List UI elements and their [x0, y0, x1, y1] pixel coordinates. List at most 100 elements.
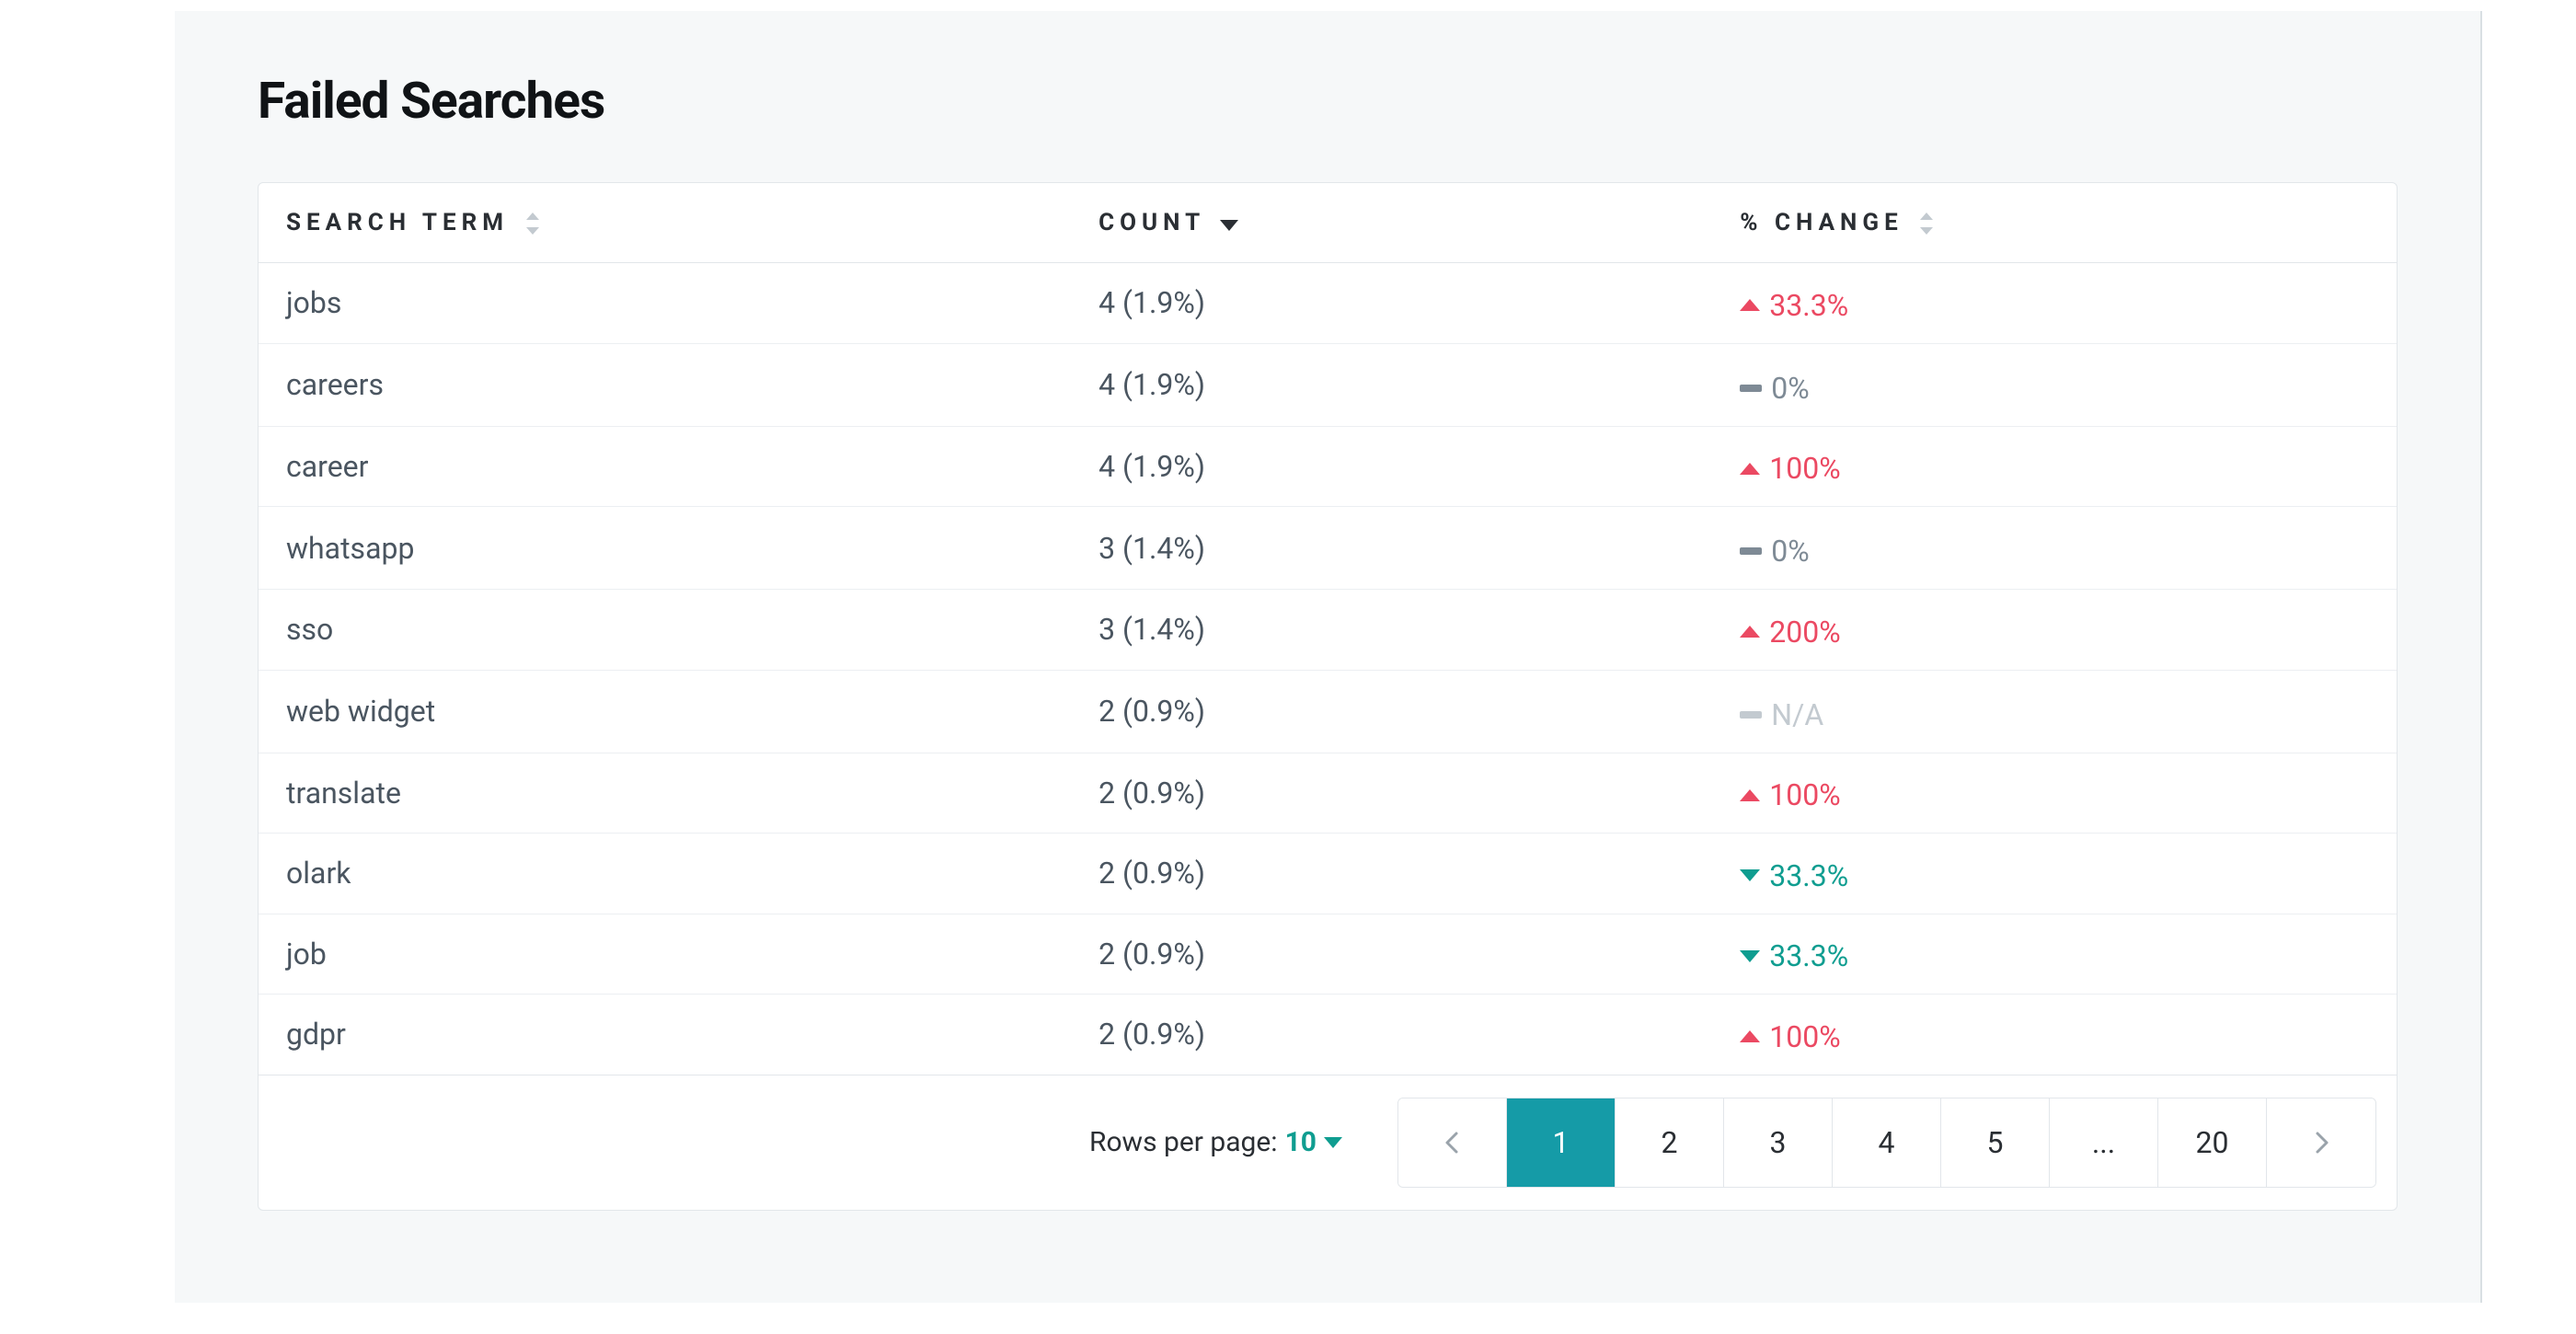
page-button[interactable]: 5 [1941, 1098, 2050, 1187]
table-footer: Rows per page: 10 12345...20 [259, 1075, 2397, 1210]
cell-change: 100% [1712, 995, 2397, 1075]
col-header-label: COUNT [1098, 209, 1204, 236]
change-value: 100% [1769, 451, 1840, 486]
page-button[interactable]: 1 [1507, 1098, 1616, 1187]
cell-search-term: gdpr [259, 995, 1071, 1075]
table-row: sso3 (1.4%) 200% [259, 590, 2397, 671]
change-indicator: 0% [1740, 371, 1809, 406]
change-indicator: 100% [1740, 777, 1840, 812]
cell-search-term: translate [259, 753, 1071, 834]
cell-change: 33.3% [1712, 263, 2397, 344]
change-indicator: 100% [1740, 451, 1840, 486]
failed-searches-card: SEARCH TERM COUNT % CHANGE jobs4 ( [258, 182, 2398, 1211]
chevron-right-icon [2306, 1128, 2336, 1157]
page-title: Failed Searches [258, 72, 2398, 131]
cell-change: 33.3% [1712, 834, 2397, 914]
cell-search-term: olark [259, 834, 1071, 914]
sort-icon [1918, 213, 1935, 235]
change-indicator: 100% [1740, 1019, 1840, 1054]
rows-per-page-value: 10 [1285, 1126, 1317, 1158]
cell-count: 4 (1.9%) [1071, 343, 1712, 426]
cell-count: 3 (1.4%) [1071, 507, 1712, 590]
page-prev-button [1398, 1098, 1507, 1187]
trend-flat-icon [1740, 547, 1762, 555]
cell-change: 200% [1712, 590, 2397, 671]
table-row: job2 (0.9%) 33.3% [259, 914, 2397, 995]
table-row: translate2 (0.9%) 100% [259, 753, 2397, 834]
trend-up-icon [1740, 1030, 1760, 1042]
change-value: 33.3% [1769, 938, 1848, 973]
change-value: N/A [1771, 697, 1823, 732]
table-row: careers4 (1.9%) 0% [259, 343, 2397, 426]
failed-searches-table: SEARCH TERM COUNT % CHANGE jobs4 ( [259, 183, 2397, 1075]
col-header-search-term[interactable]: SEARCH TERM [259, 183, 1071, 263]
rows-per-page-label: Rows per page: [1089, 1126, 1278, 1158]
col-header-label: SEARCH TERM [286, 209, 509, 236]
cell-search-term: web widget [259, 670, 1071, 753]
change-indicator: 33.3% [1740, 858, 1848, 893]
cell-change: 33.3% [1712, 914, 2397, 995]
col-header-label: % CHANGE [1740, 209, 1903, 236]
cell-search-term: career [259, 426, 1071, 507]
cell-change: 0% [1712, 507, 2397, 590]
page-button[interactable]: 20 [2158, 1098, 2267, 1187]
chevron-down-icon [1324, 1137, 1342, 1148]
page-button[interactable]: 4 [1833, 1098, 1941, 1187]
cell-count: 2 (0.9%) [1071, 834, 1712, 914]
col-header-change[interactable]: % CHANGE [1712, 183, 2397, 263]
cell-count: 3 (1.4%) [1071, 590, 1712, 671]
trend-flat-icon [1740, 711, 1762, 719]
cell-change: 100% [1712, 753, 2397, 834]
col-header-count[interactable]: COUNT [1071, 183, 1712, 263]
change-indicator: 0% [1740, 534, 1809, 569]
cell-count: 2 (0.9%) [1071, 670, 1712, 753]
table-row: whatsapp3 (1.4%) 0% [259, 507, 2397, 590]
table-row: career4 (1.9%) 100% [259, 426, 2397, 507]
chevron-left-icon [1438, 1128, 1467, 1157]
page-next-button[interactable] [2267, 1098, 2375, 1187]
cell-count: 2 (0.9%) [1071, 995, 1712, 1075]
change-value: 100% [1769, 1019, 1840, 1054]
trend-down-icon [1740, 950, 1760, 962]
change-indicator: N/A [1740, 697, 1823, 732]
sort-icon [524, 213, 541, 235]
cell-count: 2 (0.9%) [1071, 914, 1712, 995]
cell-search-term: job [259, 914, 1071, 995]
page-button[interactable]: 2 [1616, 1098, 1724, 1187]
table-row: olark2 (0.9%) 33.3% [259, 834, 2397, 914]
cell-search-term: careers [259, 343, 1071, 426]
sort-desc-icon [1220, 218, 1236, 229]
change-value: 0% [1771, 534, 1809, 569]
change-value: 200% [1769, 615, 1840, 650]
pagination: 12345...20 [1397, 1098, 2376, 1188]
change-indicator: 33.3% [1740, 938, 1848, 973]
cell-count: 4 (1.9%) [1071, 263, 1712, 344]
cell-search-term: jobs [259, 263, 1071, 344]
trend-flat-icon [1740, 385, 1762, 392]
cell-count: 2 (0.9%) [1071, 753, 1712, 834]
page-ellipsis: ... [2050, 1098, 2158, 1187]
change-value: 100% [1769, 777, 1840, 812]
table-row: web widget2 (0.9%) N/A [259, 670, 2397, 753]
change-value: 33.3% [1769, 858, 1848, 893]
change-value: 33.3% [1769, 288, 1848, 323]
change-indicator: 33.3% [1740, 288, 1848, 323]
trend-up-icon [1740, 463, 1760, 475]
cell-change: N/A [1712, 670, 2397, 753]
change-indicator: 200% [1740, 615, 1840, 650]
cell-count: 4 (1.9%) [1071, 426, 1712, 507]
table-row: jobs4 (1.9%) 33.3% [259, 263, 2397, 344]
trend-up-icon [1740, 299, 1760, 311]
cell-change: 100% [1712, 426, 2397, 507]
failed-searches-panel: Failed Searches SEARCH TERM COUNT [175, 11, 2482, 1303]
rows-per-page-select[interactable]: 10 [1285, 1126, 1342, 1158]
rows-per-page: Rows per page: 10 [1089, 1126, 1342, 1158]
page-button[interactable]: 3 [1724, 1098, 1833, 1187]
trend-down-icon [1740, 869, 1760, 881]
trend-up-icon [1740, 789, 1760, 801]
change-value: 0% [1771, 371, 1809, 406]
trend-up-icon [1740, 626, 1760, 638]
table-row: gdpr2 (0.9%) 100% [259, 995, 2397, 1075]
cell-search-term: sso [259, 590, 1071, 671]
cell-search-term: whatsapp [259, 507, 1071, 590]
